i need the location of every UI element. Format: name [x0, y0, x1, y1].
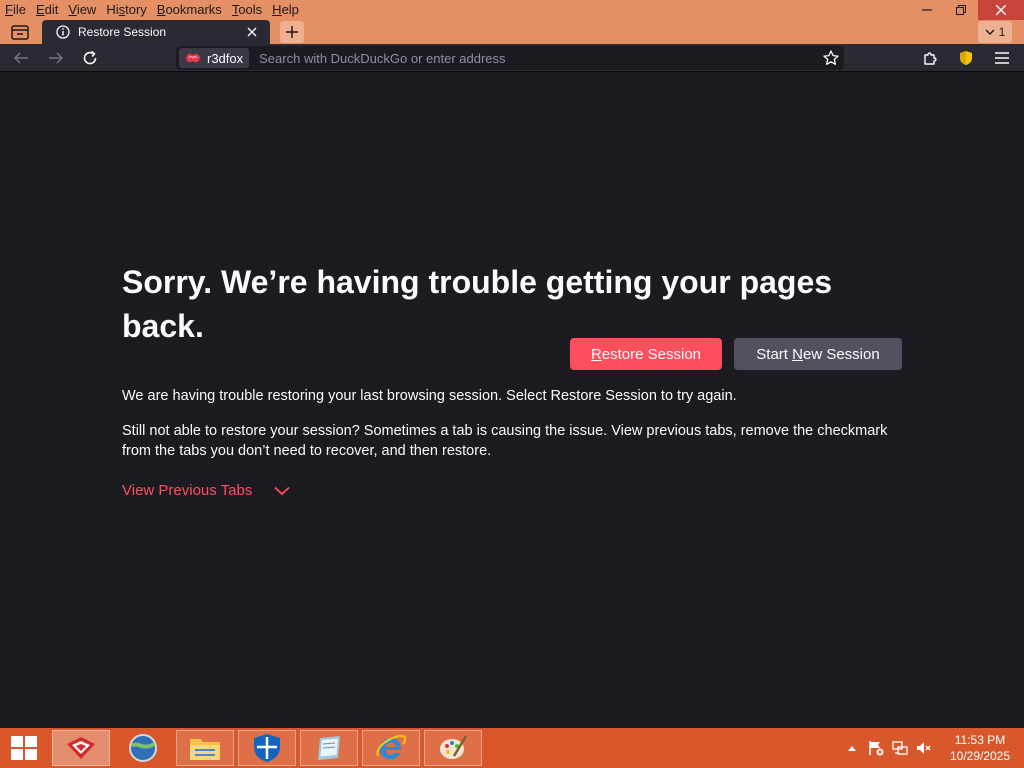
taskbar-notepad[interactable]: [300, 730, 358, 766]
extensions-button[interactable]: [917, 46, 943, 70]
plus-icon: [286, 26, 298, 38]
start-new-session-button[interactable]: Start New Session: [734, 338, 902, 370]
menu-help[interactable]: Help: [267, 0, 304, 20]
action-center-button[interactable]: [864, 728, 888, 768]
system-tray: 11:53 PM 10/29/2025: [840, 728, 1024, 768]
address-input[interactable]: [249, 47, 818, 69]
minimize-button[interactable]: [910, 0, 944, 20]
file-explorer-icon: [190, 739, 220, 760]
reload-button[interactable]: [77, 46, 103, 70]
menu-edit[interactable]: Edit: [31, 0, 63, 20]
chevron-up-icon: [848, 746, 856, 751]
tab-manager-button[interactable]: [8, 21, 32, 43]
new-session-label-end: ew Session: [802, 345, 880, 363]
network-button[interactable]: [888, 728, 912, 768]
new-session-access-key: N: [792, 345, 803, 363]
window-controls: [910, 0, 1024, 20]
close-icon: [247, 27, 257, 37]
hamburger-menu-icon: [995, 52, 1009, 64]
close-icon: [996, 5, 1006, 15]
restore-access-key: R: [590, 345, 602, 363]
windows-logo-icon: [11, 736, 37, 760]
list-all-tabs-button[interactable]: 1: [978, 21, 1012, 43]
show-hidden-icons-button[interactable]: [840, 728, 864, 768]
puzzle-piece-icon: [924, 52, 937, 65]
identity-label: r3dfox: [207, 50, 244, 66]
close-window-button[interactable]: [978, 0, 1024, 20]
taskbar-security[interactable]: [238, 730, 296, 766]
security-shield-icon: [254, 734, 280, 762]
description-restore: We are having trouble restoring your las…: [122, 388, 737, 404]
page-title: Sorry. We’re having trouble getting your…: [122, 264, 833, 344]
bookmark-page-button[interactable]: [818, 47, 844, 69]
forward-arrow-icon: [49, 52, 64, 64]
flag-warning-icon: [869, 741, 884, 756]
restore-session-button[interactable]: Restore Session: [570, 338, 722, 370]
taskbar-file-explorer[interactable]: [176, 730, 234, 766]
menu-tools[interactable]: Tools: [227, 0, 267, 20]
session-restore-panel: Sorry. We’re having trouble getting your…: [122, 260, 912, 499]
notepad-icon: [318, 736, 340, 760]
app-menu-button[interactable]: [989, 46, 1015, 70]
network-icon: [892, 741, 908, 755]
browser-identity-chip[interactable]: r3dfox: [179, 48, 250, 68]
minimize-icon: [922, 9, 932, 11]
new-tab-button[interactable]: [280, 21, 304, 43]
tab-close-button[interactable]: [244, 24, 260, 40]
taskbar-paint[interactable]: [424, 730, 482, 766]
tab-strip: Restore Session 1: [0, 20, 1024, 44]
navigation-toolbar: r3dfox: [0, 44, 1024, 72]
star-icon: [823, 50, 839, 65]
restore-window-button[interactable]: [944, 0, 978, 20]
clock[interactable]: 11:53 PM 10/29/2025: [936, 732, 1024, 764]
start-button[interactable]: [0, 728, 48, 768]
tab-title: Restore Session: [78, 25, 167, 39]
shield-extension-button[interactable]: [953, 46, 979, 70]
volume-button[interactable]: [912, 728, 936, 768]
taskbar-r3dfox[interactable]: [52, 730, 110, 766]
r3dfox-logo-icon: [186, 53, 200, 63]
volume-muted-icon: [917, 742, 931, 754]
menu-bar: File Edit View History Bookmarks Tools H…: [0, 0, 304, 20]
new-session-label-start: Start: [756, 345, 793, 363]
shield-icon: [960, 51, 972, 65]
chevron-down-icon: [274, 486, 290, 495]
back-button[interactable]: [8, 46, 34, 70]
back-arrow-icon: [13, 52, 28, 64]
taskbar: 11:53 PM 10/29/2025: [0, 728, 1024, 768]
tab-count: 1: [998, 25, 1006, 39]
reload-icon: [83, 50, 97, 65]
clock-date: 10/29/2025: [949, 749, 1011, 763]
page-content: Sorry. We’re having trouble getting your…: [0, 72, 1024, 728]
title-bar: File Edit View History Bookmarks Tools H…: [0, 0, 1024, 44]
menu-view[interactable]: View: [63, 0, 101, 20]
menu-history[interactable]: History: [101, 0, 151, 20]
r3dfox-icon: [67, 737, 95, 759]
view-previous-tabs-label: View Previous Tabs: [122, 482, 253, 499]
menu-file[interactable]: File: [0, 0, 31, 20]
url-bar[interactable]: r3dfox: [176, 46, 844, 70]
session-actions: Restore Session Start New Session: [570, 338, 902, 370]
internet-explorer-icon: [376, 734, 407, 759]
info-icon: [56, 25, 70, 39]
clock-time: 11:53 PM: [954, 733, 1006, 747]
description-troubleshoot: Still not able to restore your session? …: [122, 423, 888, 459]
view-previous-tabs-toggle[interactable]: View Previous Tabs: [122, 482, 912, 499]
chevron-down-icon: [985, 29, 995, 35]
paint-icon: [440, 735, 468, 759]
taskbar-browser[interactable]: [114, 730, 172, 766]
menu-bookmarks[interactable]: Bookmarks: [152, 0, 227, 20]
restore-label: estore Session: [601, 345, 702, 363]
tab-manager-icon: [11, 25, 29, 40]
restore-icon: [956, 5, 966, 15]
tab-restore-session[interactable]: Restore Session: [42, 20, 270, 44]
browser-globe-icon: [129, 734, 157, 762]
forward-button[interactable]: [43, 46, 69, 70]
taskbar-internet-explorer[interactable]: [362, 730, 420, 766]
